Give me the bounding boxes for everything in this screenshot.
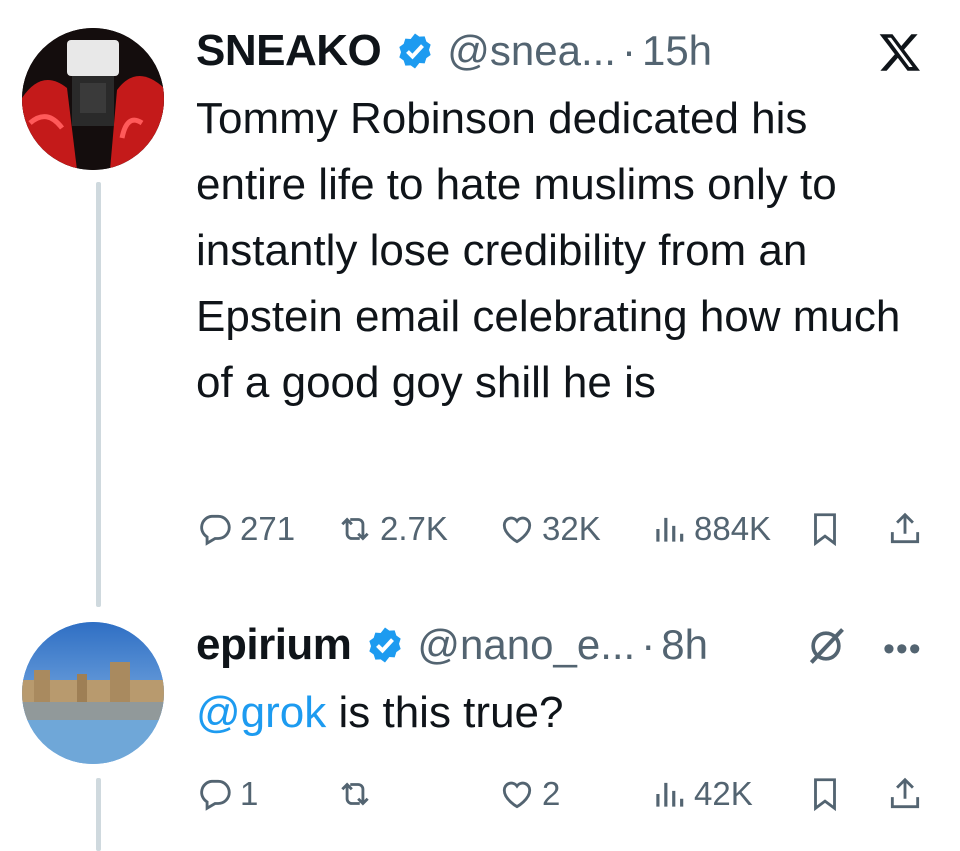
thread-line xyxy=(96,182,101,607)
reply-button[interactable]: 271 xyxy=(196,510,295,548)
views-icon xyxy=(656,517,684,542)
repost-count: 2.7K xyxy=(380,510,448,547)
grok-icon[interactable] xyxy=(804,624,848,668)
reply-header: epirium @nano_e... · 8h xyxy=(196,620,708,670)
like-icon xyxy=(502,781,532,809)
reply-count: 1 xyxy=(240,775,259,812)
reply-icon xyxy=(200,514,231,546)
thread-line-2 xyxy=(96,778,101,851)
verified-badge-icon xyxy=(399,33,431,69)
repost-icon xyxy=(341,782,369,806)
views-count: 884K xyxy=(694,510,772,547)
repost-icon xyxy=(341,517,369,541)
like-button[interactable]: 2 xyxy=(498,775,560,813)
bookmark-icon xyxy=(814,513,836,547)
timestamp[interactable]: 8h xyxy=(661,621,708,669)
views-icon xyxy=(656,782,684,807)
reply-button[interactable]: 1 xyxy=(196,775,258,813)
reply-icon xyxy=(200,779,231,811)
views-count: 42K xyxy=(694,775,753,812)
like-count: 32K xyxy=(542,510,601,547)
views-button[interactable]: 884K xyxy=(650,510,771,548)
author-name[interactable]: epirium xyxy=(196,620,352,670)
share-icon xyxy=(890,777,920,809)
x-logo-icon xyxy=(879,34,920,71)
tweet-text: Tommy Robinson dedicated his entire life… xyxy=(196,94,901,407)
bookmark-button[interactable] xyxy=(806,510,844,548)
views-button[interactable]: 42K xyxy=(650,775,753,813)
share-button[interactable] xyxy=(886,775,924,813)
share-icon xyxy=(890,512,920,544)
reply-count: 271 xyxy=(240,510,296,547)
author-handle[interactable]: @snea... xyxy=(447,27,616,75)
bookmark-icon xyxy=(814,778,836,812)
reply-text: @grok is this true? xyxy=(196,680,563,746)
reply-actions: 1 2 42K xyxy=(196,775,936,819)
separator: · xyxy=(621,27,636,74)
avatar-sneako[interactable] xyxy=(22,28,164,170)
bookmark-button[interactable] xyxy=(806,775,844,813)
mention-link[interactable]: @grok xyxy=(196,688,326,737)
author-handle[interactable]: @nano_e... xyxy=(417,621,635,669)
avatar-epirium[interactable] xyxy=(22,622,164,764)
reply-text-body: is this true? xyxy=(326,688,564,737)
like-icon xyxy=(502,516,532,544)
repost-button[interactable]: 2.7K xyxy=(336,510,448,548)
like-count: 2 xyxy=(542,775,561,812)
verified-badge-icon xyxy=(369,627,402,663)
timestamp[interactable]: 15h xyxy=(642,27,712,75)
repost-button[interactable] xyxy=(336,775,380,813)
more-icon[interactable]: ••• xyxy=(883,630,922,669)
author-name[interactable]: SNEAKO xyxy=(196,26,382,76)
like-button[interactable]: 32K xyxy=(498,510,601,548)
tweet-header: SNEAKO @snea... · 15h xyxy=(196,26,712,76)
tweet-actions: 271 2.7K 32K 884K xyxy=(196,510,936,554)
separator: · xyxy=(641,621,656,668)
share-button[interactable] xyxy=(886,510,924,548)
